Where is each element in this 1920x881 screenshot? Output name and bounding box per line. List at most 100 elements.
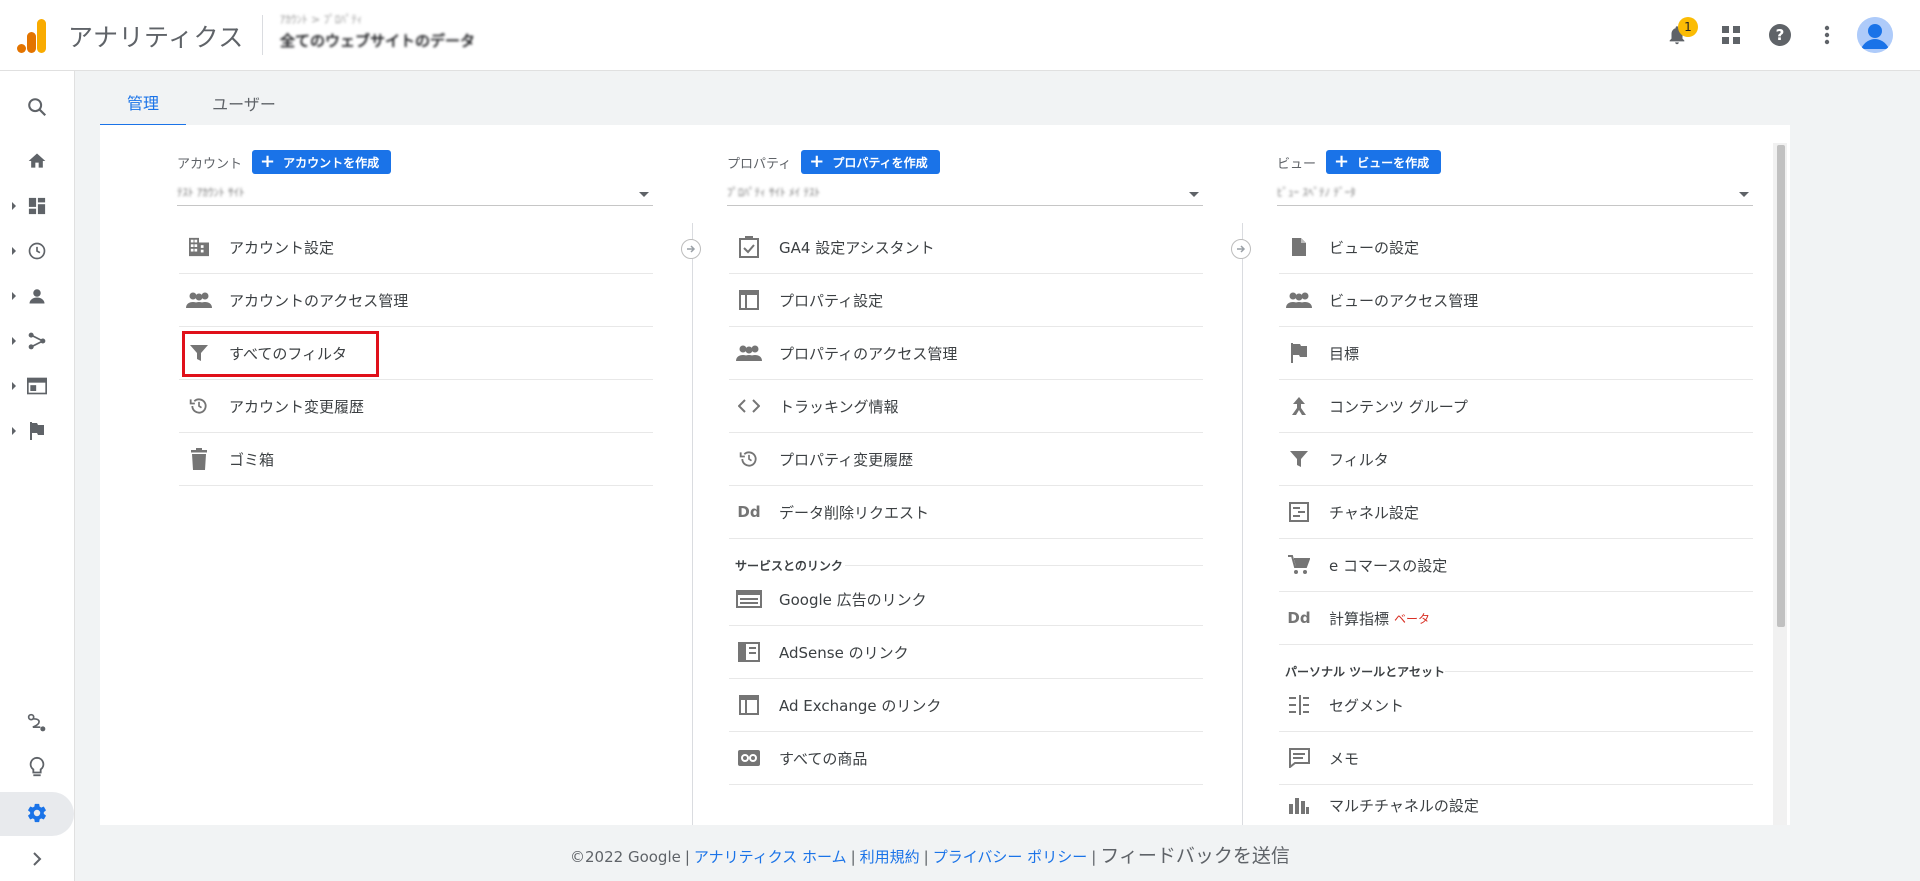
- acquisition-icon[interactable]: [25, 329, 49, 353]
- multichannel-settings-label: マルチチャネルの設定: [1329, 796, 1479, 815]
- people-icon: [735, 339, 763, 367]
- adsense-icon: [735, 638, 763, 666]
- adsense-link-item[interactable]: AdSense のリンク: [729, 626, 1203, 679]
- google-ads-link-item[interactable]: Google 広告のリンク: [729, 573, 1203, 626]
- code-icon: [735, 392, 763, 420]
- link-icon: [735, 744, 763, 772]
- google-ads-link-label: Google 広告のリンク: [779, 590, 927, 609]
- ga4-setup-assistant-label: GA4 設定アシスタント: [779, 238, 935, 257]
- view-settings-item[interactable]: ビューの設定: [1279, 221, 1753, 274]
- create-view-button[interactable]: + ビューを作成: [1326, 150, 1442, 174]
- segments-item[interactable]: セグメント: [1279, 679, 1753, 732]
- analytics-logo-icon[interactable]: [17, 19, 47, 53]
- channel-settings-item[interactable]: チャネル設定: [1279, 486, 1753, 539]
- account-access-label: アカウントのアクセス管理: [229, 291, 409, 310]
- arrow-right-icon: [681, 239, 701, 259]
- content-group-item[interactable]: コンテンツ グループ: [1279, 380, 1753, 433]
- tab-admin[interactable]: 管理: [100, 80, 186, 126]
- home-icon[interactable]: [25, 149, 49, 173]
- ecommerce-settings-item[interactable]: e コマースの設定: [1279, 539, 1753, 592]
- apps-grid-icon[interactable]: [1716, 20, 1746, 50]
- property-label: プロパティ: [727, 156, 792, 172]
- dd-icon: Dd: [1287, 609, 1311, 627]
- help-icon[interactable]: ?: [1765, 20, 1795, 50]
- property-selected-value: ﾌﾟﾛﾊﾟﾃｨ ｻｲﾄ ﾒｲ ﾃｽﾄ: [727, 186, 820, 199]
- ad-exchange-link-item[interactable]: Ad Exchange のリンク: [729, 679, 1203, 732]
- copyright-text: ©2022 Google: [570, 848, 681, 866]
- app-title: アナリティクス: [68, 23, 244, 52]
- search-icon[interactable]: [25, 95, 49, 119]
- property-settings-label: プロパティ設定: [779, 291, 884, 310]
- arrow-right-icon: [1231, 239, 1251, 259]
- customization-dashboard-icon[interactable]: [25, 194, 49, 218]
- content-group-label: コンテンツ グループ: [1329, 397, 1468, 416]
- panel-scrollbar-thumb[interactable]: [1777, 145, 1785, 627]
- expand-caret-icon[interactable]: [12, 427, 16, 435]
- view-settings-label: ビューの設定: [1329, 238, 1420, 257]
- data-deletion-request-item[interactable]: Dd データ削除リクエスト: [729, 486, 1203, 539]
- multichannel-settings-item[interactable]: マルチチャネルの設定: [1279, 785, 1753, 825]
- view-access-label: ビューのアクセス管理: [1329, 291, 1479, 310]
- view-access-item[interactable]: ビューのアクセス管理: [1279, 274, 1753, 327]
- more-vert-icon[interactable]: [1812, 20, 1842, 50]
- behavior-icon[interactable]: [25, 374, 49, 398]
- goals-item[interactable]: 目標: [1279, 327, 1753, 380]
- trash-icon: [185, 445, 213, 473]
- highlight-box: [182, 331, 379, 377]
- expand-caret-icon[interactable]: [12, 247, 16, 255]
- create-account-button[interactable]: + アカウントを作成: [252, 150, 392, 174]
- view-label: ビュー: [1277, 156, 1317, 172]
- view-filters-item[interactable]: フィルタ: [1279, 433, 1753, 486]
- discover-lightbulb-icon[interactable]: [25, 755, 49, 779]
- expand-caret-icon[interactable]: [12, 382, 16, 390]
- account-path[interactable]: ｱｶｳﾝﾄ > ﾌﾟﾛﾊﾟﾃｨ: [280, 11, 362, 27]
- notes-item[interactable]: メモ: [1279, 732, 1753, 785]
- property-selector[interactable]: ﾌﾟﾛﾊﾟﾃｨ ｻｲﾄ ﾒｲ ﾃｽﾄ: [727, 180, 1203, 206]
- expand-caret-icon[interactable]: [12, 337, 16, 345]
- tracking-info-item[interactable]: トラッキング情報: [729, 380, 1203, 433]
- calculated-metrics-item[interactable]: Dd 計算指標 ベータ: [1279, 592, 1753, 645]
- feedback-link[interactable]: フィードバックを送信: [1100, 845, 1290, 867]
- checkbox-icon: [735, 233, 763, 261]
- view-name[interactable]: 全てのウェブサイトのデータ: [280, 30, 475, 51]
- expand-caret-icon[interactable]: [12, 202, 16, 210]
- property-access-label: プロパティのアクセス管理: [779, 344, 958, 363]
- analytics-home-link[interactable]: アナリティクス ホーム: [694, 848, 847, 866]
- property-access-item[interactable]: プロパティのアクセス管理: [729, 327, 1203, 380]
- segments-label: セグメント: [1329, 696, 1405, 715]
- property-change-history-item[interactable]: プロパティ変更履歴: [729, 433, 1203, 486]
- expand-nav-chevron-icon[interactable]: [25, 847, 49, 871]
- content-group-icon: [1285, 392, 1313, 420]
- attribution-icon[interactable]: [25, 711, 49, 735]
- audience-person-icon[interactable]: [25, 284, 49, 308]
- notes-label: メモ: [1329, 749, 1360, 768]
- trash-item[interactable]: ゴミ箱: [179, 433, 653, 486]
- ad-exchange-link-label: Ad Exchange のリンク: [779, 696, 942, 715]
- conversions-flag-icon[interactable]: [25, 419, 49, 443]
- expand-caret-icon[interactable]: [12, 292, 16, 300]
- ga4-setup-assistant-item[interactable]: GA4 設定アシスタント: [729, 221, 1203, 274]
- property-settings-item[interactable]: プロパティ設定: [729, 274, 1203, 327]
- privacy-policy-link[interactable]: プライバシー ポリシー: [933, 848, 1087, 866]
- account-settings-item[interactable]: アカウント設定: [179, 221, 653, 274]
- notification-count-badge: 1: [1678, 17, 1698, 37]
- account-access-item[interactable]: アカウントのアクセス管理: [179, 274, 653, 327]
- column-divider: [1242, 223, 1243, 825]
- realtime-clock-icon[interactable]: [25, 239, 49, 263]
- account-change-history-label: アカウント変更履歴: [229, 397, 365, 416]
- view-selector[interactable]: ﾋﾞｭｰ ｽﾍﾞﾃﾉ ﾃﾞｰﾀ: [1277, 180, 1753, 206]
- tab-user[interactable]: ユーザー: [194, 80, 294, 126]
- admin-gear-icon[interactable]: [25, 801, 49, 825]
- dropdown-caret-icon: [1189, 192, 1199, 197]
- create-property-button[interactable]: + プロパティを作成: [801, 150, 940, 174]
- channel-icon: [1285, 498, 1313, 526]
- user-avatar[interactable]: [1857, 17, 1893, 53]
- history-icon: [735, 445, 763, 473]
- account-label: アカウント: [177, 156, 243, 172]
- account-selector[interactable]: ﾃｽﾄ ｱｶｳﾝﾄ ｻｲﾄ: [177, 180, 653, 206]
- view-header: ビュー + ビューを作成: [1277, 150, 1442, 174]
- account-change-history-item[interactable]: アカウント変更履歴: [179, 380, 653, 433]
- terms-link[interactable]: 利用規約: [860, 848, 920, 866]
- service-links-heading: サービスとのリンク: [735, 559, 843, 573]
- all-products-item[interactable]: すべての商品: [729, 732, 1203, 785]
